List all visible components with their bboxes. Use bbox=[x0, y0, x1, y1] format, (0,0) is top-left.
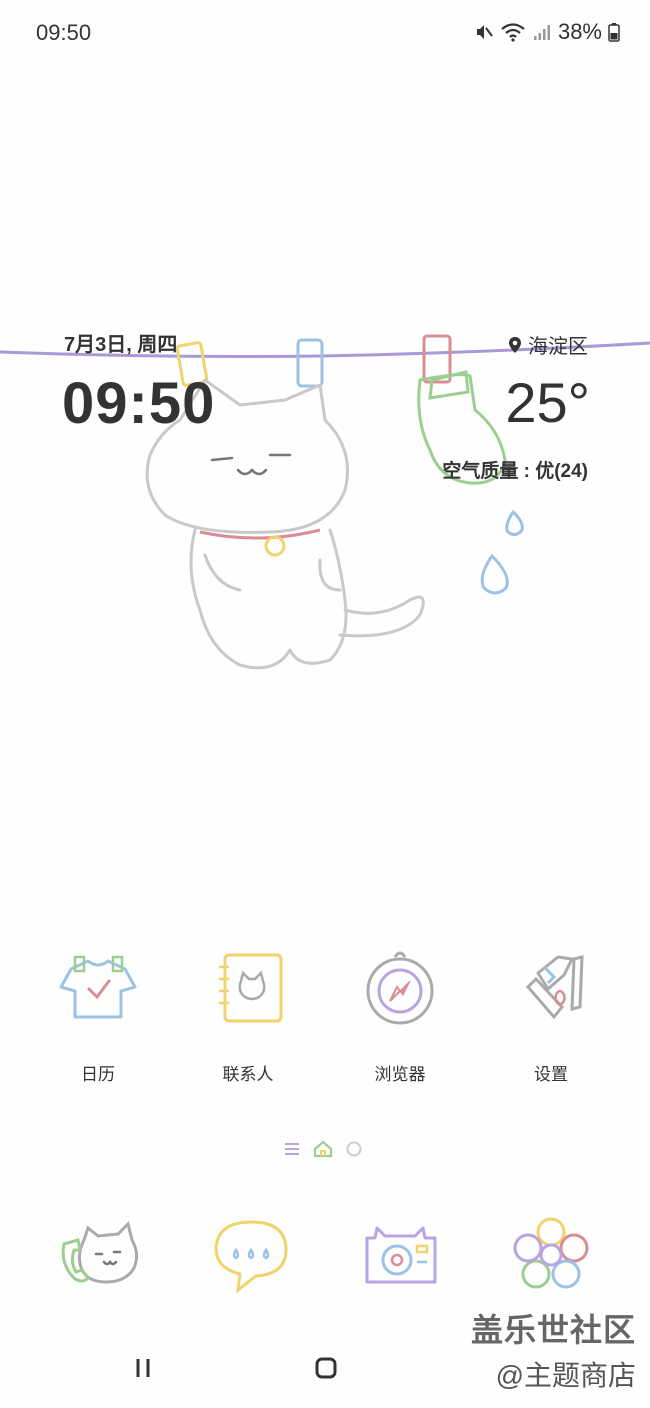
home-button-icon[interactable] bbox=[313, 1355, 339, 1381]
page-indicator[interactable] bbox=[283, 1140, 363, 1158]
app-label-contacts: 联系人 bbox=[222, 1065, 274, 1084]
compass-browser-icon bbox=[366, 951, 434, 1025]
app-settings[interactable]: 设置 bbox=[491, 947, 611, 1085]
weather-temperature[interactable]: 25° bbox=[505, 370, 590, 435]
app-label-settings: 设置 bbox=[534, 1065, 568, 1084]
cat-phone-icon[interactable] bbox=[56, 1210, 146, 1300]
widget-clock[interactable]: 09:50 bbox=[62, 370, 215, 437]
tshirt-calendar-icon bbox=[59, 955, 137, 1019]
signal-icon bbox=[533, 25, 550, 40]
clip-blue bbox=[296, 338, 324, 388]
battery-percent: 38% bbox=[557, 19, 602, 44]
wifi-icon bbox=[501, 23, 525, 42]
battery-icon bbox=[608, 23, 620, 42]
app-browser[interactable]: 浏览器 bbox=[340, 947, 460, 1085]
status-icons: 38% bbox=[474, 19, 620, 45]
app-label-calendar: 日历 bbox=[81, 1065, 115, 1084]
weather-location[interactable]: 海淀区 bbox=[508, 330, 588, 359]
watermark-theme-store: @主题商店 bbox=[495, 1360, 636, 1391]
app-contacts[interactable]: 联系人 bbox=[188, 947, 308, 1085]
clip-pink bbox=[422, 334, 452, 384]
app-calendar[interactable]: 日历 bbox=[38, 947, 158, 1085]
air-quality[interactable]: 空气质量 : 优(24) bbox=[442, 456, 588, 483]
location-pin-icon bbox=[509, 336, 521, 353]
page-dot-icon[interactable] bbox=[345, 1140, 363, 1158]
cat-collar bbox=[199, 528, 321, 540]
cat-bell bbox=[264, 535, 286, 557]
app-label-browser: 浏览器 bbox=[374, 1065, 426, 1084]
location-name: 海淀区 bbox=[528, 336, 588, 358]
speech-bubble-messages-icon[interactable] bbox=[206, 1210, 296, 1300]
status-time: 09:50 bbox=[36, 20, 92, 45]
cat-camera-icon[interactable] bbox=[355, 1210, 445, 1300]
recent-apps-icon[interactable] bbox=[132, 1355, 156, 1381]
flower-gallery-icon[interactable] bbox=[506, 1210, 596, 1300]
mute-icon bbox=[476, 25, 493, 39]
page-home-icon[interactable] bbox=[313, 1140, 333, 1158]
settings-icon bbox=[525, 955, 584, 1020]
watermark-community: 盖乐世社区 bbox=[470, 1312, 636, 1348]
water-drop-2 bbox=[480, 553, 509, 595]
water-drop-1 bbox=[505, 509, 524, 537]
wallpaper-illustration bbox=[0, 334, 650, 670]
widget-date[interactable]: 7月3日, 周四 bbox=[64, 328, 177, 357]
page-list-icon[interactable] bbox=[283, 1141, 301, 1157]
home-screen: 09:50 38% 7月3日, 周四 09:50 海淀区 25° 空气质量: … bbox=[0, 0, 650, 1408]
cat-face bbox=[210, 453, 292, 476]
notebook-contacts-icon bbox=[219, 953, 283, 1023]
